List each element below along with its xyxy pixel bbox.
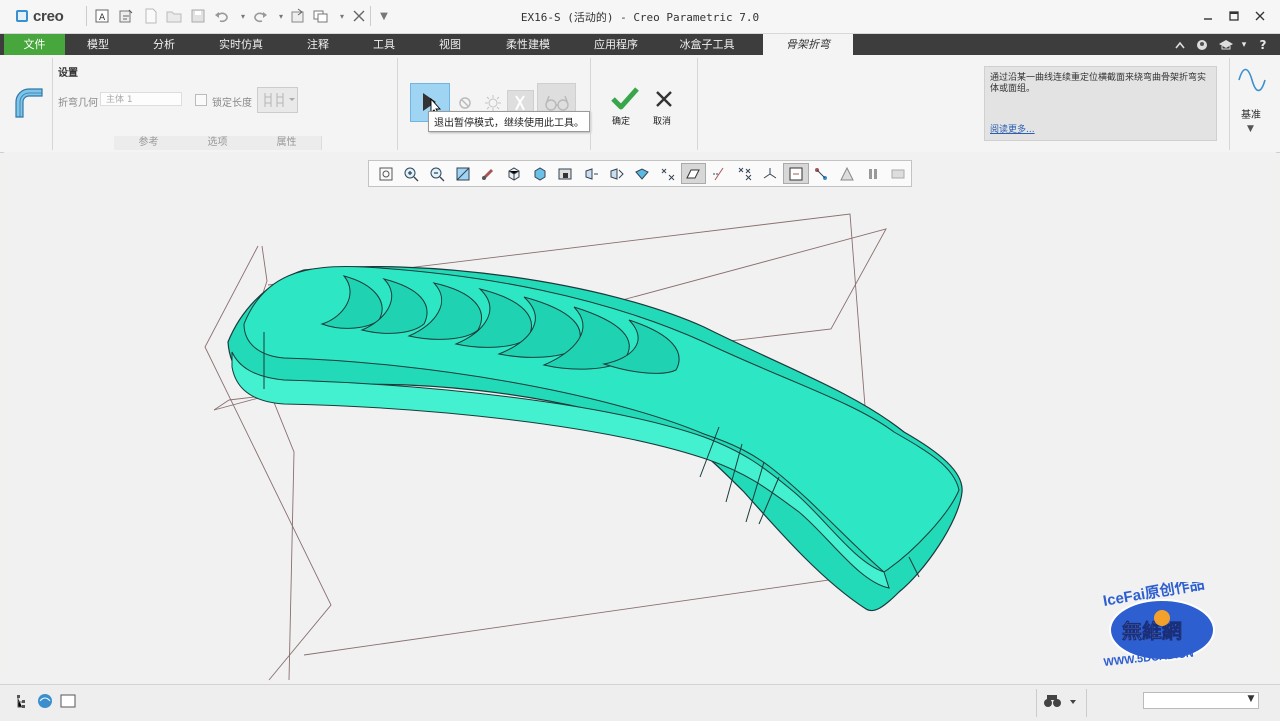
close-icon[interactable] <box>1249 7 1271 25</box>
zoom-out-icon[interactable] <box>424 163 450 184</box>
new-file-icon[interactable] <box>143 8 159 24</box>
find-button[interactable] <box>1042 692 1080 712</box>
redo-icon[interactable] <box>252 8 268 24</box>
community-icon[interactable] <box>1218 37 1234 52</box>
lock-length-label: 锁定长度 <box>212 98 252 109</box>
warning-display-icon[interactable] <box>834 163 860 184</box>
point-display-icon[interactable] <box>732 163 758 184</box>
datum-curve-icon[interactable] <box>1237 62 1267 92</box>
bend-geometry-label: 折弯几何 <box>58 98 98 109</box>
tab-annotate[interactable]: 注释 <box>288 34 348 55</box>
datum-label[interactable]: 基准 <box>1241 106 1261 121</box>
settings-label: 设置 <box>58 68 78 79</box>
help-read-more-link[interactable]: 阅读更多... <box>990 122 1035 135</box>
tab-icebox-tools[interactable]: 冰盒子工具 <box>668 34 746 55</box>
lock-length-checkbox[interactable] <box>195 94 207 106</box>
user-icon[interactable] <box>1194 37 1210 52</box>
plane-display-icon[interactable] <box>680 163 707 184</box>
close-window-icon[interactable] <box>351 8 367 24</box>
tab-view[interactable]: 视图 <box>420 34 480 55</box>
repaint-icon[interactable] <box>450 163 476 184</box>
panel-tab-properties[interactable]: 属性 <box>252 136 322 150</box>
ok-check-icon[interactable] <box>610 86 640 112</box>
save-icon[interactable] <box>190 8 206 24</box>
annotation-display-icon[interactable] <box>655 163 681 184</box>
minimize-icon[interactable] <box>1197 7 1219 25</box>
axis-display-icon[interactable] <box>706 163 732 184</box>
tab-live-simulation[interactable]: 实时仿真 <box>205 34 277 55</box>
undo-icon[interactable] <box>214 8 230 24</box>
model-tree-toggle-icon[interactable] <box>14 693 30 709</box>
saved-orientations-icon[interactable] <box>501 163 527 184</box>
spinal-bend-feature-icon <box>11 85 45 119</box>
panel-tab-references[interactable]: 参考 <box>114 136 184 150</box>
selection-filter-dropdown[interactable]: ▼ <box>1143 692 1259 709</box>
community-dropdown-icon[interactable]: ▾ <box>1236 37 1252 52</box>
regenerate-model-icon[interactable] <box>290 8 306 24</box>
tooltip: 退出暂停模式，继续使用此工具。 <box>428 111 590 132</box>
tab-spinal-bend[interactable]: 骨架折弯 <box>763 34 853 55</box>
refit-icon[interactable] <box>373 163 399 184</box>
watermark-logo: IceFai原创作品 無維網 WWW.5DCAD.CN <box>1092 574 1232 672</box>
length-properties-button[interactable] <box>257 87 298 113</box>
cancel-x-icon[interactable] <box>654 89 674 109</box>
zoom-in-icon[interactable] <box>399 163 425 184</box>
help-text: 通过沿某一曲线连续重定位横截面来绕弯曲骨架折弯实体或面组。 <box>990 73 1207 94</box>
tab-tools[interactable]: 工具 <box>354 34 414 55</box>
help-panel: 通过沿某一曲线连续重定位横截面来绕弯曲骨架折弯实体或面组。 阅读更多... <box>984 66 1217 141</box>
redo-dropdown-icon[interactable]: ▾ <box>273 8 289 24</box>
model-view <box>204 213 963 681</box>
creo-logo-text: creo <box>33 7 64 25</box>
tab-file[interactable]: 文件 <box>4 34 65 55</box>
graphics-toolbar <box>368 160 912 187</box>
browser-toggle-icon[interactable] <box>36 693 54 709</box>
windows-icon[interactable] <box>313 8 329 24</box>
spin-center-display-icon[interactable] <box>783 163 809 184</box>
svg-text:A: A <box>99 13 106 23</box>
ribbon-tab-bar: 文件 模型 分析 实时仿真 注释 工具 视图 柔性建模 应用程序 冰盒子工具 骨… <box>0 34 1280 55</box>
fullscreen-toggle-icon[interactable] <box>60 694 76 708</box>
tab-model[interactable]: 模型 <box>68 34 128 55</box>
datum-tag-icon[interactable] <box>809 163 835 184</box>
bend-geometry-collector[interactable]: 主体 1 <box>100 92 182 106</box>
display-style-icon[interactable] <box>527 163 553 184</box>
spin-center-icon[interactable] <box>476 163 502 184</box>
cancel-button-label[interactable]: 取消 <box>653 114 671 127</box>
filter-dropdown-arrow-icon[interactable]: ▼ <box>1245 694 1257 707</box>
open-file-icon[interactable] <box>166 8 182 24</box>
creo-logo: creo <box>16 7 64 25</box>
windows-dropdown-icon[interactable]: ▾ <box>334 8 350 24</box>
tab-applications[interactable]: 应用程序 <box>580 34 652 55</box>
text-style-icon[interactable]: A <box>94 8 110 24</box>
panel-tab-options[interactable]: 选项 <box>183 136 253 150</box>
creo-cube-icon <box>16 10 28 22</box>
dimension-display-icon[interactable] <box>886 163 912 184</box>
maximize-icon[interactable] <box>1223 7 1245 25</box>
perspective-icon[interactable] <box>578 163 604 184</box>
section-icon[interactable] <box>604 163 630 184</box>
tab-flexible-modeling[interactable]: 柔性建模 <box>492 34 564 55</box>
help-icon[interactable]: ? <box>1255 37 1271 52</box>
csys-display-icon[interactable] <box>757 163 783 184</box>
appearance-icon[interactable] <box>629 163 655 184</box>
stop-icon[interactable] <box>458 96 472 110</box>
collapse-ribbon-icon[interactable] <box>1172 37 1188 52</box>
graphics-window[interactable] <box>4 152 1276 682</box>
undo-dropdown-icon[interactable]: ▾ <box>235 8 251 24</box>
datum-dropdown-icon[interactable]: ▼ <box>1247 124 1254 134</box>
customize-toolbar-icon[interactable]: ▼ <box>376 8 392 24</box>
preview-icon[interactable] <box>482 93 504 113</box>
ok-button-label[interactable]: 确定 <box>612 114 630 127</box>
status-bar: ▼ <box>0 684 1280 721</box>
tab-analysis[interactable]: 分析 <box>134 34 194 55</box>
title-bar: creo A ▾ ▾ ▾ ▼ EX16-S (活动的) - Creo Param… <box>0 0 1280 34</box>
svg-text:無維網: 無維網 <box>1122 619 1182 643</box>
window-title: EX16-S (活动的) - Creo Parametric 7.0 <box>520 11 760 24</box>
view-manager-icon[interactable] <box>552 163 578 184</box>
regenerate-icon[interactable] <box>118 8 134 24</box>
pause-icon[interactable] <box>860 163 886 184</box>
